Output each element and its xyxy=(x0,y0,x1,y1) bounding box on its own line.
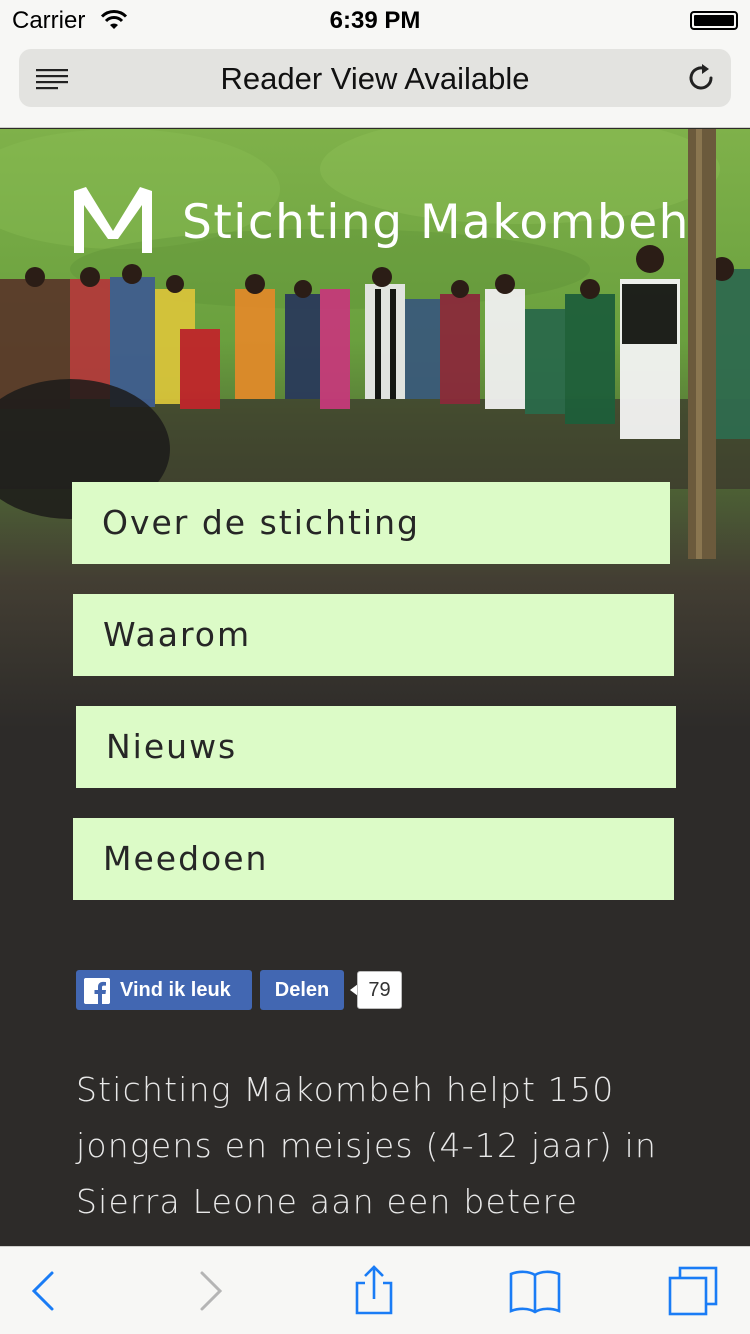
back-icon[interactable] xyxy=(18,1265,70,1317)
status-time: 6:39 PM xyxy=(329,7,421,34)
web-page: Stichting Makombeh Over de stichting Waa… xyxy=(0,129,750,1246)
facebook-share-button[interactable]: Delen xyxy=(260,970,344,1010)
facebook-like-button[interactable]: Vind ik leuk xyxy=(76,970,252,1010)
menu-item-nieuws[interactable]: Nieuws xyxy=(76,706,676,788)
bookmarks-icon[interactable] xyxy=(509,1265,561,1317)
tabs-icon[interactable] xyxy=(667,1265,719,1317)
status-bar: Carrier 6:39 PM xyxy=(0,0,750,40)
address-text[interactable]: Reader View Available xyxy=(19,61,731,97)
browser-nav-bar: Reader View Available xyxy=(0,40,750,128)
reload-icon[interactable] xyxy=(685,62,717,94)
menu-item-over-de-stichting[interactable]: Over de stichting xyxy=(72,482,670,564)
address-field[interactable]: Reader View Available xyxy=(19,49,731,107)
intro-text: Stichting Makombeh helpt 150 jongens en … xyxy=(76,1070,658,1221)
share-count: 79 xyxy=(357,971,402,1009)
like-label: Vind ik leuk xyxy=(120,979,231,1001)
site-title[interactable]: Stichting Makombeh xyxy=(182,195,690,250)
share-icon[interactable] xyxy=(348,1265,400,1317)
facebook-icon xyxy=(84,978,110,1004)
menu-item-meedoen[interactable]: Meedoen xyxy=(73,818,674,900)
battery-icon xyxy=(690,11,738,30)
makombeh-logo-icon[interactable] xyxy=(74,187,152,253)
menu-item-waarom[interactable]: Waarom xyxy=(73,594,674,676)
browser-toolbar xyxy=(0,1246,750,1334)
forward-icon[interactable] xyxy=(184,1265,236,1317)
